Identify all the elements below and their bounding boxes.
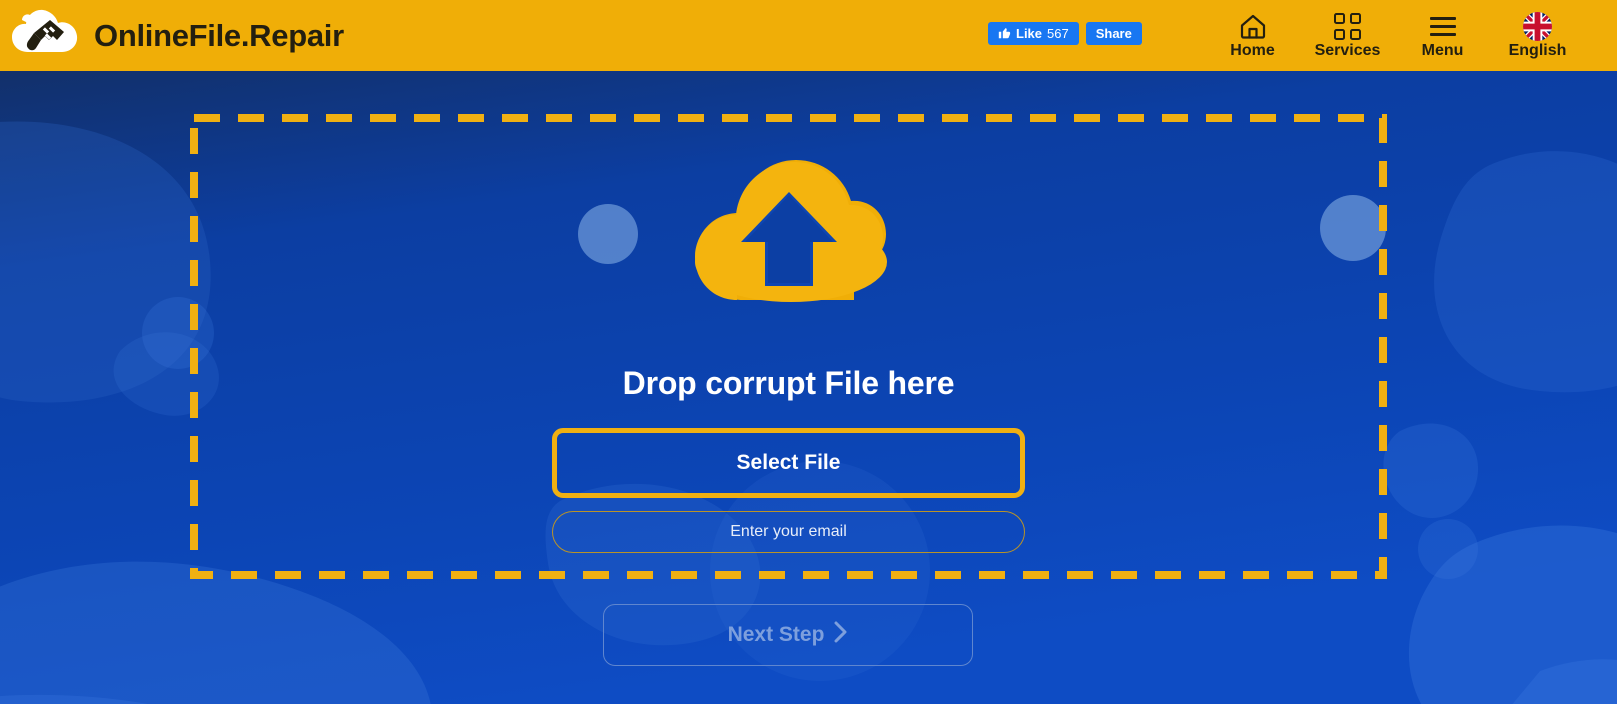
next-step-label: Next Step (727, 623, 825, 646)
nav-label-home: Home (1230, 42, 1275, 59)
facebook-share-label: Share (1095, 26, 1132, 41)
select-file-button[interactable]: Select File (552, 428, 1025, 498)
nav-item-menu[interactable]: Menu (1395, 0, 1490, 71)
nav-label-services: Services (1314, 42, 1381, 59)
main-navigation: Home Services Menu English (1205, 0, 1585, 71)
nav-label-language: English (1508, 42, 1567, 59)
email-input[interactable] (552, 511, 1025, 553)
brand-name: OnlineFile.Repair (94, 17, 344, 53)
facebook-social-buttons: Like 567 Share (988, 22, 1142, 45)
next-step-button[interactable]: Next Step (603, 604, 973, 666)
nav-item-home[interactable]: Home (1205, 0, 1300, 71)
cloud-upload-icon (691, 154, 887, 307)
dropzone-title: Drop corrupt File here (622, 365, 955, 401)
brand-logo-link[interactable]: OnlineFile.Repair (8, 6, 344, 66)
nav-item-language[interactable]: English (1490, 0, 1585, 71)
cloud-wrench-logo-icon (8, 6, 84, 66)
nav-item-services[interactable]: Services (1300, 0, 1395, 71)
uk-flag-icon (1523, 11, 1552, 41)
home-icon (1239, 12, 1267, 40)
thumbs-up-icon (998, 26, 1011, 42)
facebook-like-button[interactable]: Like 567 (988, 22, 1079, 45)
facebook-like-count: 567 (1047, 26, 1069, 41)
select-file-label: Select File (736, 451, 841, 474)
facebook-like-label: Like (1016, 26, 1043, 41)
hamburger-menu-icon (1429, 12, 1456, 40)
page-root: OnlineFile.Repair Like 567 Share Home Se… (0, 0, 1617, 704)
file-dropzone[interactable]: Drop corrupt File here Select File (190, 114, 1387, 579)
chevron-right-icon (833, 620, 848, 650)
grid-apps-icon (1334, 12, 1361, 40)
facebook-share-button[interactable]: Share (1085, 22, 1142, 45)
site-header: OnlineFile.Repair Like 567 Share Home Se… (0, 0, 1617, 71)
nav-label-menu: Menu (1421, 42, 1464, 59)
